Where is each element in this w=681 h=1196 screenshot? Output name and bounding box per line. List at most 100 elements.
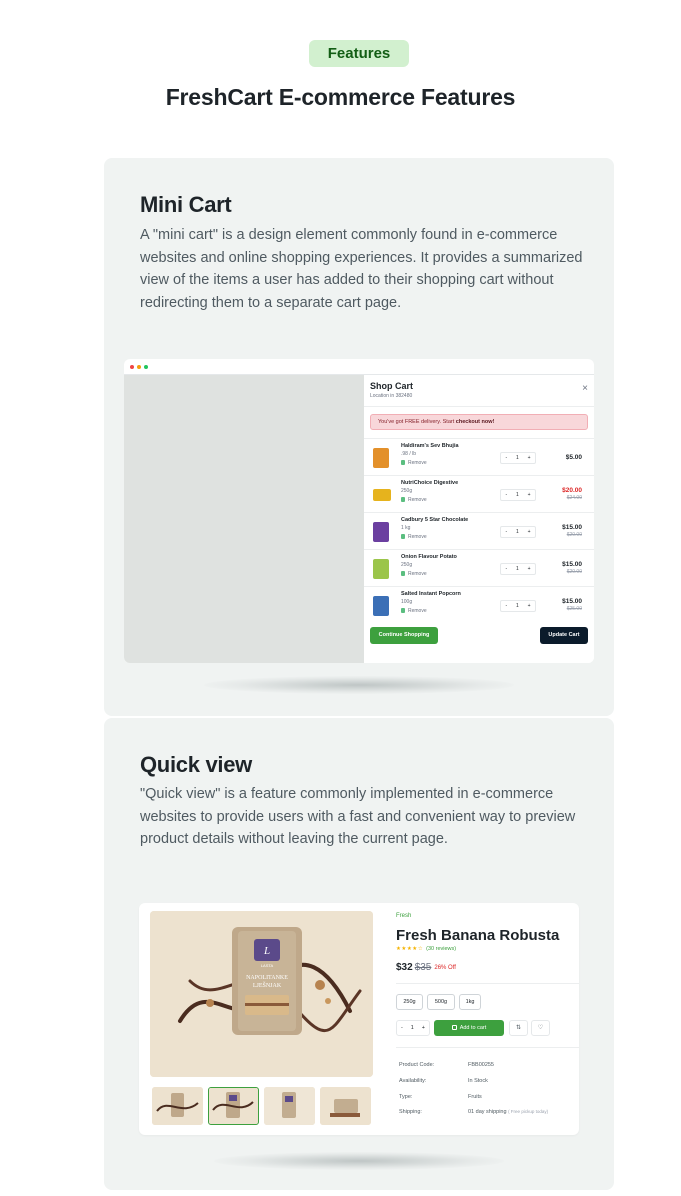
cart-item-row: Haldiram's Sev Bhujia .98 / lb Remove - 1… [364,438,594,475]
product-thumbnail [373,559,389,579]
quantity-value: 1 [515,566,519,572]
price-value: $5.00 [565,454,582,461]
cart-item-weight: 250g [401,562,413,568]
remove-label: Remove [408,460,427,466]
mini-cart-heading: Mini Cart [140,192,232,217]
decorative-shadow [204,676,514,694]
decrement-button[interactable]: - [505,492,507,498]
product-thumbnail[interactable] [320,1087,371,1125]
checkout-link[interactable]: checkout now! [456,419,495,425]
package-flavor-text: LJEŠNJAK [253,981,282,989]
features-badge: Features [309,40,409,67]
increment-button[interactable]: + [422,1025,425,1031]
trash-icon [401,608,405,613]
mini-cart-description: A "mini cart" is a design element common… [140,227,583,311]
product-thumbnail [373,596,389,616]
discount-label: 26% Off [434,965,456,971]
cart-item-weight: 250g [401,488,413,494]
remove-button[interactable]: Remove [401,571,427,577]
size-option-1kg[interactable]: 1kg [459,994,481,1010]
divider [364,406,594,407]
wafer-package-image: L LASTA NAPOLITANKE LJEŠNJAK [150,911,373,1077]
product-rating: ★★★★☆ (30 reviews) [396,946,456,952]
cart-item-price: $20.00 $24.00 [562,487,582,501]
detail-value-shipping: 01 day shipping ( Free pickup today) [468,1109,548,1115]
drawer-location: Location in 382480 [370,393,413,399]
remove-label: Remove [408,534,427,540]
quantity-stepper[interactable]: - 1 + [500,489,536,501]
price-value: $15.00 [562,524,582,531]
increment-button[interactable]: + [528,603,531,609]
update-cart-button[interactable]: Update Cart [540,627,588,644]
quantity-stepper[interactable]: - 1 + [500,563,536,575]
cart-item-name[interactable]: Haldiram's Sev Bhujia [401,443,459,449]
close-icon[interactable]: × [582,384,588,394]
thumbnail-image [264,1087,315,1125]
add-to-cart-button[interactable]: Add to cart [434,1020,504,1036]
cart-item-name[interactable]: NutriChoice Digestive [401,480,458,486]
review-count-link[interactable]: (30 reviews) [426,946,456,952]
price-value: $15.00 [562,561,582,568]
remove-button[interactable]: Remove [401,460,427,466]
detail-label-type: Type: [399,1094,413,1100]
decrement-button[interactable]: - [505,529,507,535]
quick-view-description: "Quick view" is a feature commonly imple… [140,786,576,847]
package-logo-letter: L [263,945,270,957]
window-dot-green-icon [144,365,148,369]
package-name-text: NAPOLITANKE [246,975,288,981]
increment-button[interactable]: + [528,529,531,535]
remove-button[interactable]: Remove [401,534,427,540]
quantity-stepper[interactable]: - 1 + [500,452,536,464]
product-title: Fresh Banana Robusta [396,927,560,944]
cart-item-weight: 1 kg [401,525,411,531]
size-option-500g[interactable]: 500g [427,994,455,1010]
product-main-image[interactable]: L LASTA NAPOLITANKE LJEŠNJAK [150,911,373,1077]
thumbnail-image [209,1088,257,1123]
quantity-stepper[interactable]: - 1 + [500,526,536,538]
product-thumbnail [373,489,391,501]
old-price: $25.00 [566,606,582,612]
cart-item-price: $15.00 $25.00 [562,598,582,612]
decrement-button[interactable]: - [505,566,507,572]
cart-item-row: Salted Instant Popcorn 100g Remove - 1 + $… [364,586,594,623]
continue-shopping-button[interactable]: Continue Shopping [370,627,438,644]
drawer-title: Shop Cart [370,381,414,391]
product-thumbnail[interactable] [152,1087,203,1125]
heart-icon[interactable]: ♡ [531,1020,550,1036]
quantity-stepper[interactable]: - 1 + [500,600,536,612]
decrement-button[interactable]: - [401,1025,403,1031]
cart-item-name[interactable]: Salted Instant Popcorn [401,591,461,597]
product-thumbnail-active[interactable] [208,1087,259,1125]
cart-item-row: Onion Flavour Potato 250g Remove - 1 + $15… [364,549,594,586]
detail-label-shipping: Shipping: [399,1109,422,1115]
old-price: $20.00 [566,532,582,538]
size-option-250g[interactable]: 250g [396,994,423,1010]
divider [396,983,579,984]
compare-icon[interactable]: ⇅ [509,1020,528,1036]
quantity-value: 1 [515,603,519,609]
remove-label: Remove [408,571,427,577]
detail-label-availability: Availability: [399,1078,427,1084]
old-price: $24.00 [566,495,582,501]
decrement-button[interactable]: - [505,603,507,609]
rating-stars-icon: ★★★★☆ [396,946,424,952]
product-thumbnail[interactable] [264,1087,315,1125]
detail-value-type: Fruits [468,1094,482,1100]
quantity-stepper[interactable]: - 1 + [396,1020,430,1036]
decrement-button[interactable]: - [505,455,507,461]
cart-item-name[interactable]: Cadbury 5 Star Chocolate [401,517,468,523]
increment-button[interactable]: + [528,492,531,498]
increment-button[interactable]: + [528,455,531,461]
remove-label: Remove [408,497,427,503]
product-category[interactable]: Fresh [396,913,411,919]
cart-item-name[interactable]: Onion Flavour Potato [401,554,457,560]
increment-button[interactable]: + [528,566,531,572]
cart-item-price: $15.00 $20.00 [562,524,582,538]
page-overlay[interactable] [124,375,364,663]
thumbnail-image [320,1087,371,1125]
remove-button[interactable]: Remove [401,497,427,503]
remove-button[interactable]: Remove [401,608,427,614]
quick-view-feature-card: Quick view "Quick view" is a feature com… [104,718,614,1190]
product-thumbnail [373,448,389,468]
trash-icon [401,571,405,576]
